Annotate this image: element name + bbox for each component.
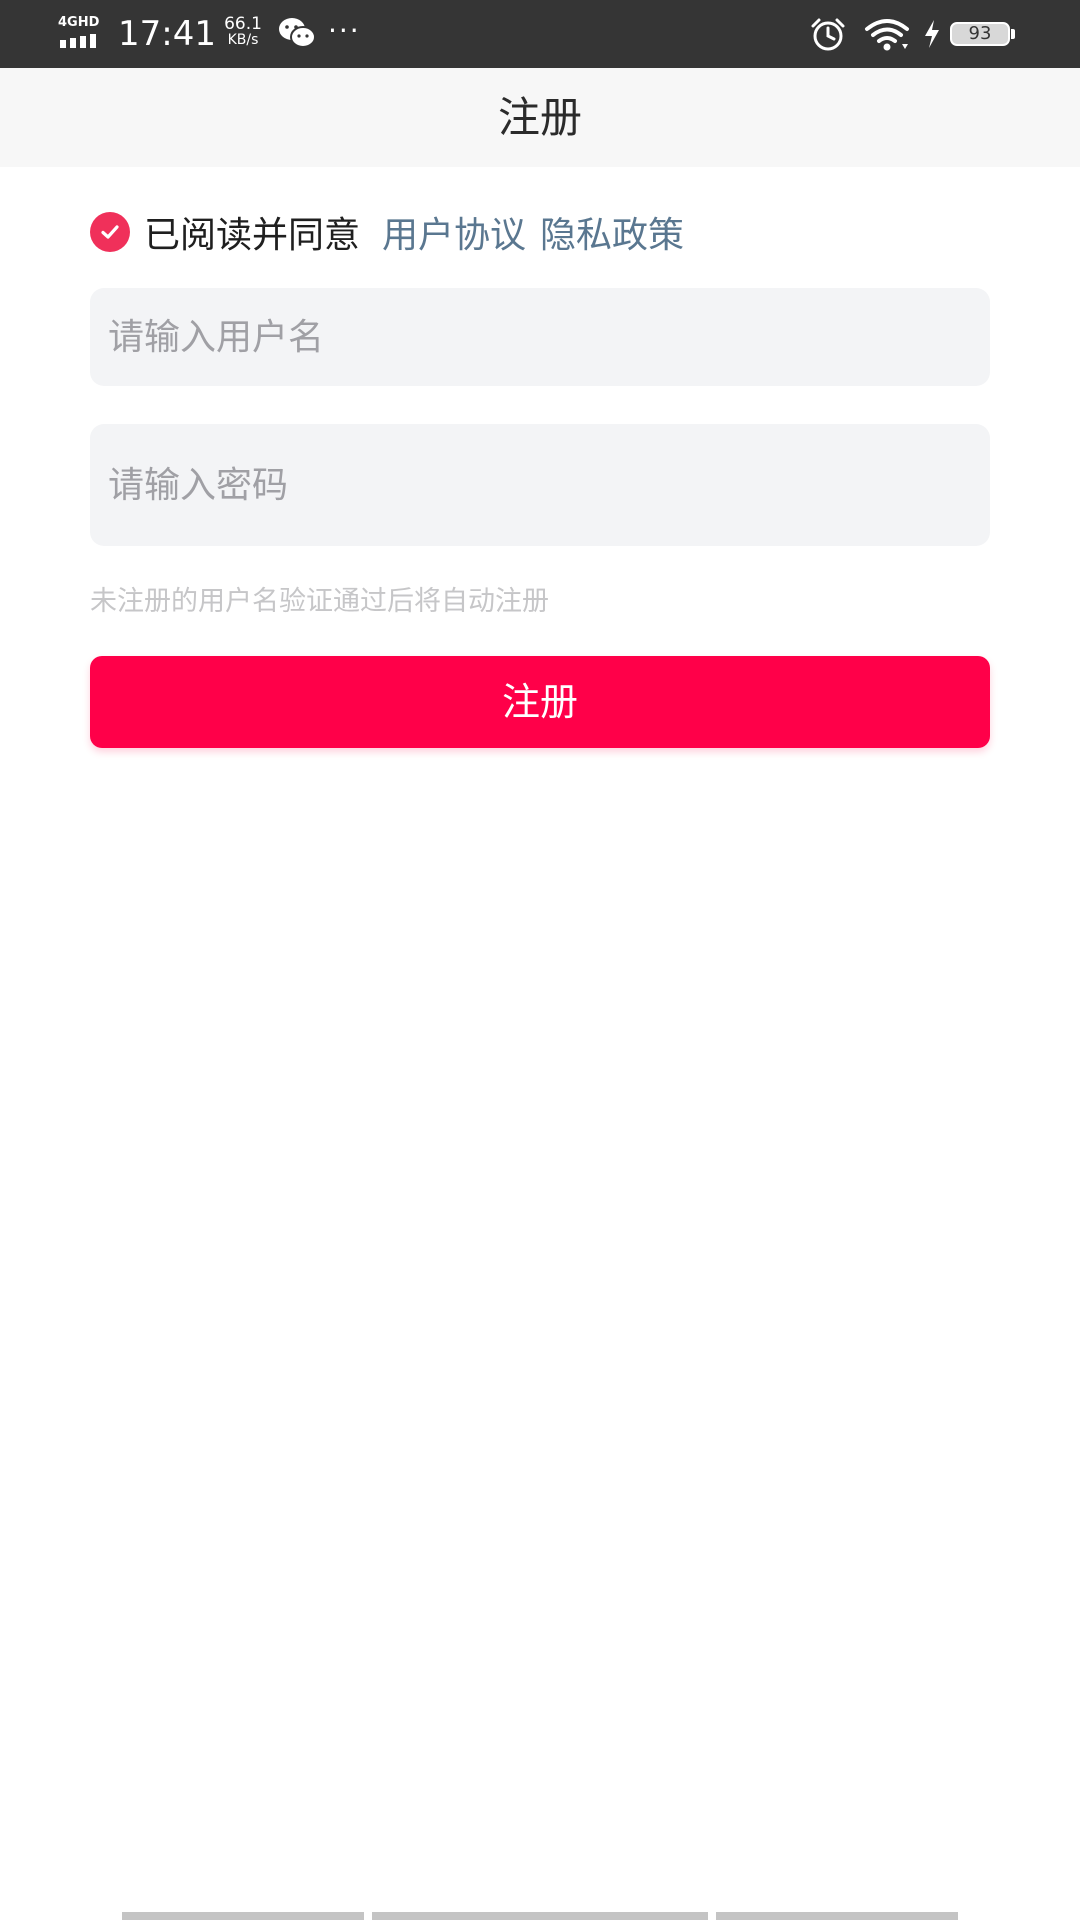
privacy-policy-link[interactable]: 隐私政策 <box>540 206 684 258</box>
username-field <box>90 288 990 386</box>
more-notifications-icon: ··· <box>328 14 361 47</box>
status-time: 17:41 <box>118 14 216 54</box>
check-icon <box>101 225 119 239</box>
network-type-label: 4GHD <box>58 15 100 30</box>
battery-icon: 93 <box>950 22 1016 46</box>
agreement-checkbox[interactable] <box>90 212 130 252</box>
password-field <box>90 424 990 546</box>
signal-icon: 4GHD <box>58 16 106 50</box>
agreement-row: 已阅读并同意 用户协议 隐私政策 <box>90 205 698 259</box>
page-header: 注册 <box>0 68 1080 167</box>
auto-register-hint: 未注册的用户名验证通过后将自动注册 <box>90 586 549 617</box>
network-speed-unit: KB/s <box>227 32 259 48</box>
register-button[interactable]: 注册 <box>90 656 990 748</box>
wechat-icon <box>279 18 316 48</box>
battery-level: 93 <box>968 23 992 44</box>
username-input[interactable] <box>108 288 990 386</box>
password-input[interactable] <box>108 424 990 546</box>
network-speed: 66.1 KB/s <box>220 14 266 49</box>
page-title: 注册 <box>497 93 582 142</box>
bottom-indicator-segment <box>122 1912 364 1920</box>
bottom-indicator-segment <box>372 1912 708 1920</box>
signal-bars <box>60 34 104 48</box>
network-speed-value: 66.1 <box>224 14 262 34</box>
wifi-icon <box>865 19 909 51</box>
bottom-indicator-segment <box>716 1912 958 1920</box>
status-bar: 4GHD 17:41 66.1 KB/s ··· 93 <box>0 0 1080 68</box>
agreement-text: 已阅读并同意 <box>144 215 361 256</box>
user-agreement-link[interactable]: 用户协议 <box>382 206 526 258</box>
alarm-icon <box>811 18 845 51</box>
charging-icon <box>925 20 939 48</box>
